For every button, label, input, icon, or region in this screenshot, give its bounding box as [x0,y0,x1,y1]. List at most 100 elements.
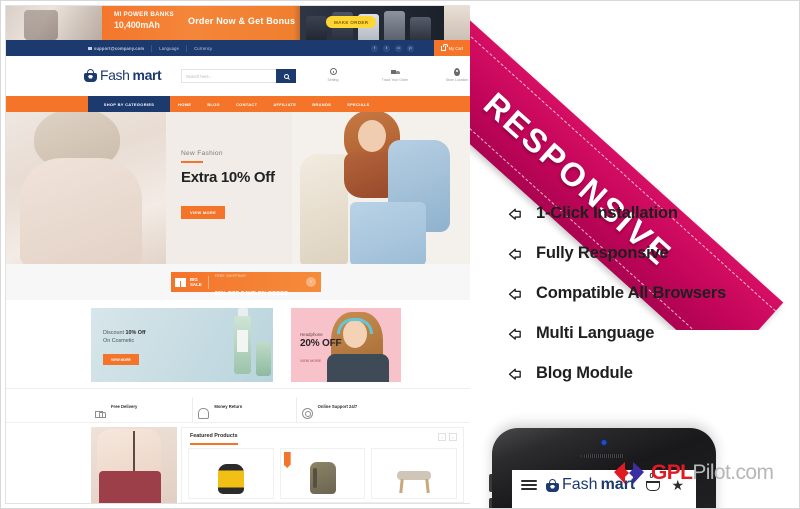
utility-topbar: support@company.com Language Currency f … [6,40,470,56]
card-view-more-button[interactable]: VIEW MORE [103,354,139,365]
service-label: Track Your Order [381,78,409,82]
my-cart-button[interactable]: My Cart [433,40,470,56]
nav-item-brands[interactable]: BRANDS [312,102,331,107]
title-underline [190,443,238,445]
product-card[interactable] [279,448,366,499]
feature-list: 1-Click Installation Fully Responsive Co… [506,193,796,393]
promo-right-image [444,6,470,40]
promo-headline: Order Now & Get Bonus [188,16,296,26]
hero-rule [181,161,203,163]
language-selector[interactable]: Language [159,46,179,51]
watermark: GPLPilot.com [612,458,774,488]
header-service-store-location[interactable]: Store Location [435,67,470,82]
site-header: Fash mart Search here... Setting Track Yo… [6,56,470,96]
basket-logo-icon [84,68,97,82]
facebook-icon[interactable]: f [371,44,378,52]
basket-logo-icon [546,478,559,492]
promo-card-headphone[interactable]: Headphone 20% OFF VIEW MORE [291,308,401,382]
nav-item-home[interactable]: HOME [178,102,191,107]
divider [186,44,188,52]
feature-label: Multi Language [536,323,655,342]
featured-products-title: Featured Products [190,433,238,439]
hand-pointer-icon [506,285,536,302]
site-logo[interactable]: Fash mart [84,67,162,83]
service-title: Online Support 24/7 [317,404,358,409]
main-navigation: SHOP BY CATEGORIES HOME BLOG CONTACT AFF… [6,96,470,112]
sale-tag [283,452,291,468]
currency-selector[interactable]: Currency [194,46,212,51]
card-kicker: Headphone [300,332,323,337]
support-email[interactable]: support@company.com [88,46,144,51]
product-card[interactable] [188,448,274,499]
cart-icon [440,43,448,51]
feature-item-compatible-all-browsers: Compatible All Browsers [506,273,796,313]
feature-item-fully-responsive: Fully Responsive [506,233,796,273]
product-card[interactable] [371,448,458,499]
money-return-icon [198,407,210,419]
hero-view-more-button[interactable]: VIEW MORE [181,206,226,219]
hero-right-model-image [292,112,470,264]
header-service-setting[interactable]: Setting [311,67,355,82]
support-icon [301,407,313,419]
big-sale-strip[interactable]: BIG SALE FREE SHIPPING* 20% OFF SAVE ON O… [171,272,321,297]
card-view-more-link[interactable]: VIEW MORE [300,359,341,363]
carousel-next-button[interactable]: › [449,433,457,441]
card-line1-normal: Discount [103,330,126,336]
instagram-icon[interactable]: o [395,44,402,52]
service-highlights: Free Delivery Free shipping on all order… [6,388,470,429]
hero-title: Extra 10% Off [181,169,275,186]
header-service-track-order[interactable]: Track Your Order [373,67,417,82]
promo-card-cosmetic[interactable]: Discount 10% Off On Cosmetic VIEW MORE [91,308,273,382]
sale-arrow-button[interactable]: › [306,277,316,287]
search-input[interactable]: Search here... [181,69,296,83]
service-label: Store Location [445,78,469,82]
truck-icon [390,69,400,75]
make-order-button[interactable]: MAKE ORDER [326,16,377,28]
sale-badge-line1: BIG [190,276,198,282]
hero-kicker: New Fashion [181,150,223,157]
hand-pointer-icon [506,205,536,222]
card-title: 20% OFF [300,338,342,349]
phone-volume-button [489,498,492,509]
wooden-stool-image [397,471,432,494]
mobile-logo-text-1: Fash [562,476,598,493]
sale-badge-line2: SALE [190,282,202,287]
phone-sensor [580,455,582,457]
twitter-icon[interactable]: t [383,44,390,52]
website-screenshot: MI POWER BANKS 10,400mAh Order Now & Get… [6,6,470,503]
gift-icon [175,277,186,287]
top-promo-banner: MI POWER BANKS 10,400mAh Order Now & Get… [6,6,470,40]
hamburger-menu-icon[interactable] [521,479,537,491]
service-title: Money Return [214,404,243,409]
search-placeholder: Search here... [186,74,213,79]
feature-item-multi-language: Multi Language [506,313,796,353]
carousel-prev-button[interactable]: ‹ [438,433,446,441]
feature-label: 1-Click Installation [536,203,678,222]
watermark-suffix: Pilot.com [692,461,774,484]
hero-slider: New Fashion Extra 10% Off VIEW MORE [6,112,470,264]
nav-item-specials[interactable]: SPECIALS [347,102,369,107]
logo-text-2: mart [132,67,162,83]
shop-by-categories-button[interactable]: SHOP BY CATEGORIES [88,96,170,112]
pinterest-icon[interactable]: p [407,44,414,52]
hero-copy: New Fashion Extra 10% Off VIEW MORE [181,150,275,219]
featured-products-section: Featured Products ‹ › [6,422,470,503]
card-line1-bold: 10% Off [125,330,146,336]
map-pin-icon [454,67,460,76]
search-icon [283,73,289,79]
nav-item-blog[interactable]: BLOG [207,102,220,107]
yellow-backpack-image [217,464,244,494]
hand-pointer-icon [506,365,536,382]
search-button[interactable] [276,69,296,83]
sale-strip-section: BIG SALE FREE SHIPPING* 20% OFF SAVE ON O… [6,264,470,300]
theme-preview-image: MI POWER BANKS 10,400mAh Order Now & Get… [0,0,800,509]
feature-label: Fully Responsive [536,243,669,262]
feature-item-blog-module: Blog Module [506,353,796,393]
olive-backpack-image [309,462,336,494]
mail-icon [88,46,92,50]
promo-left-image [6,6,102,40]
nav-item-contact[interactable]: CONTACT [236,102,257,107]
watermark-brand: GPL [651,461,693,484]
hand-pointer-icon [506,325,536,342]
nav-item-affiliate[interactable]: AFFILIATE [273,102,296,107]
